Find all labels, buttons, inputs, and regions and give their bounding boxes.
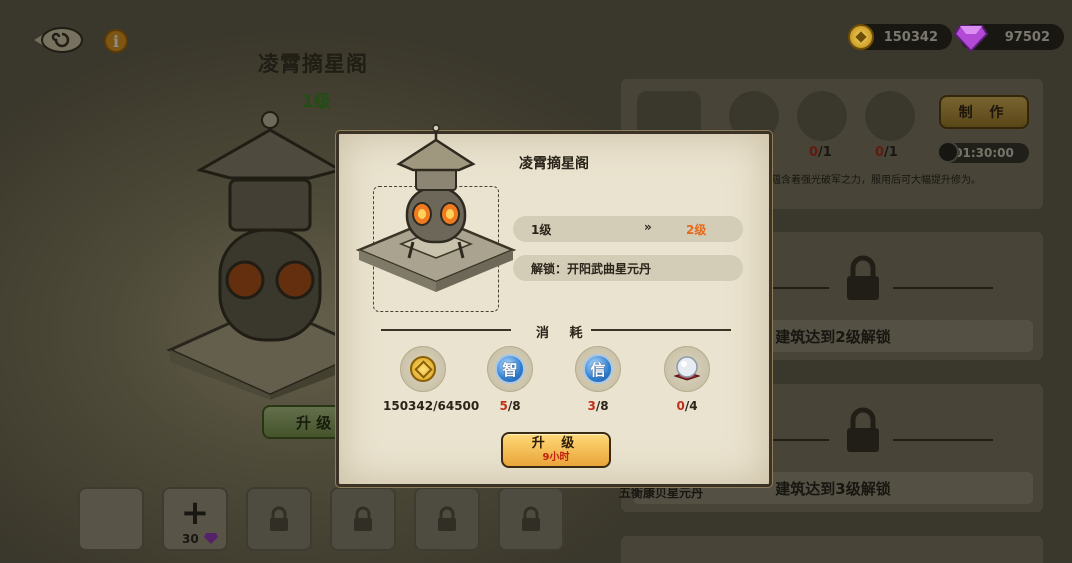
double-chevron-right-icon: » [644,220,652,234]
divider [591,329,731,331]
trust-cost: 3/8 [587,399,609,413]
coin-cost: 150342/64500 [383,399,480,413]
upgrade-duration: 9小时 [542,451,570,463]
divider [381,329,511,331]
wisdom-orb-icon: 智 [495,354,525,384]
level-change-bar: 1级 » 2级 [513,216,743,242]
crystal-orb-icon [673,356,701,381]
unlock-info-bar: 解锁：开阳武曲星元丹 [513,255,743,281]
upgrade-dialog: 凌霄摘星阁 1级 » 2级 解锁：开阳武曲星元丹 消 耗 150342/6450… [336,124,772,487]
wisdom-cost: 5/8 [499,399,521,413]
cost-title: 消 耗 [536,326,591,341]
next-level: 2级 [686,223,707,237]
coin-icon [848,24,874,50]
unlock-text: 解锁：开阳武曲星元丹 [531,262,652,276]
upgrade-button[interactable]: 升 级 9小时 [501,432,611,468]
dialog-title: 凌霄摘星阁 [519,156,589,172]
wisdom-resource: 智 [487,346,533,392]
trust-resource: 信 [575,346,621,392]
crystal-resource [664,346,710,392]
upgrade-label: 升 级 [531,436,581,452]
gem-icon [954,25,988,52]
pavilion-building-icon [355,124,517,292]
trust-orb-icon: 信 [583,354,613,384]
coin-resource [400,346,446,392]
crystal-cost: 0/4 [676,399,698,413]
coin-icon [410,356,436,382]
current-level: 1级 [531,223,552,237]
